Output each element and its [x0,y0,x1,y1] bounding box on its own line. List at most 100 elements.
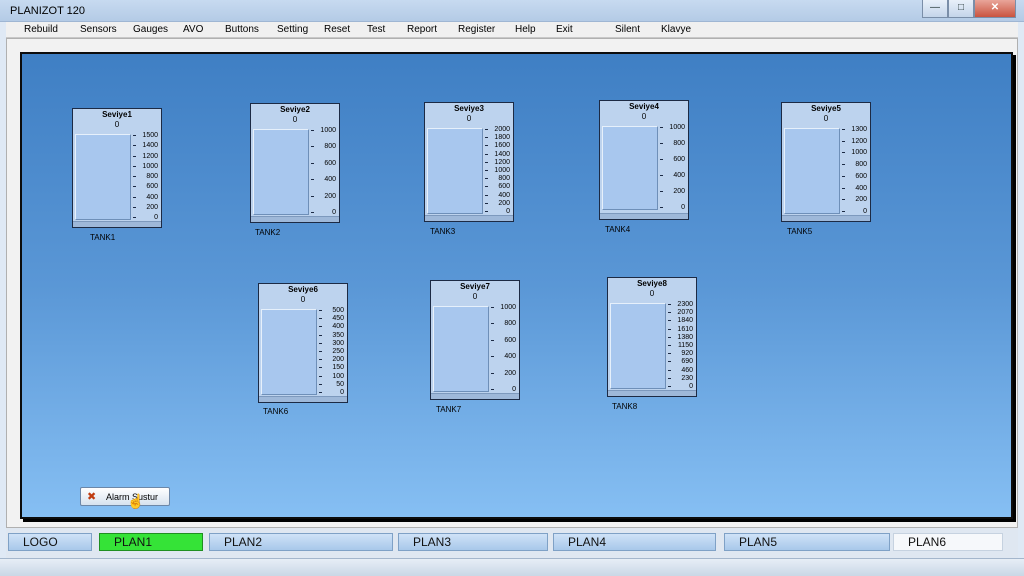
menu-silent[interactable]: Silent [615,24,640,35]
tick-label: 800 [673,140,685,147]
level-gauge-7[interactable]: Seviye7 0 1000 800 600 400 200 0 [430,280,520,400]
level-gauge-2[interactable]: Seviye2 0 1000 800 600 400 200 0 [250,103,340,223]
gauge-title: Seviye3 [454,104,484,113]
level-gauge-6[interactable]: Seviye6 0 500 450 400 350 300 250 200 150 100 50 0 [258,283,348,403]
tick-mark [133,206,136,208]
menu-avo[interactable]: AVO [183,24,203,35]
minimize-button[interactable]: — [922,0,948,18]
gauge-title: Seviye4 [629,102,659,111]
tank-label: TANK4 [605,225,631,234]
tick-mark [660,191,663,192]
tick-mark [668,320,671,322]
tick-mark [319,326,322,328]
menu-buttons[interactable]: Buttons [225,24,259,35]
gauge-title: Seviye1 [102,110,132,119]
level-gauge-1[interactable]: Seviye1 0 1500 1400 1200 1000 800 600 400 200 0 [72,108,162,228]
tick-mark [842,152,845,154]
tab-plan1[interactable]: PLAN1 [99,533,203,551]
tick-mark [668,345,671,346]
gauge-tick: 600 [131,182,161,191]
tick-mark [668,377,671,379]
alarm-mute-button[interactable]: ✖ Alarm Sustur [80,487,170,506]
tab-plan5[interactable]: PLAN5 [724,533,890,551]
menu-sensors[interactable]: Sensors [80,24,117,35]
menu-exit[interactable]: Exit [556,24,573,35]
tab-logo[interactable]: LOGO [8,533,92,551]
close-button[interactable]: ✕ [974,0,1016,18]
tank-label: TANK7 [436,405,462,414]
menu-help[interactable]: Help [515,24,536,35]
tank-label: TANK8 [612,402,638,411]
alarm-mute-icon: ✖ [87,491,97,503]
menu-gauges[interactable]: Gauges [133,24,168,35]
gauge-value: 0 [649,289,655,298]
tick-mark [133,155,136,157]
gauge-base [782,215,870,221]
gauge-value: 0 [466,114,472,123]
tab-plan6[interactable]: PLAN6 [893,533,1003,551]
tick-label: 600 [504,336,516,344]
menu-reset[interactable]: Reset [324,24,350,35]
tick-mark [485,161,488,163]
gauge-value: 0 [472,292,478,301]
tick-mark [133,165,136,167]
tab-plan4[interactable]: PLAN4 [553,533,716,551]
tick-mark [491,372,494,374]
gauge-base [425,215,513,221]
menu-register[interactable]: Register [458,24,495,35]
tick-mark [485,194,488,196]
menu-test[interactable]: Test [367,24,385,35]
tank-level-bar [427,128,483,214]
menu-setting[interactable]: Setting [277,24,308,35]
gauge-base [259,396,347,402]
tab-plan2[interactable]: PLAN2 [209,533,393,551]
tick-mark [319,318,322,320]
level-gauge-8[interactable]: Seviye8 0 2300 2070 1840 1610 1380 1150 920 690… [607,277,697,397]
menu-klavye[interactable]: Klavye [661,24,691,35]
tick-mark [660,143,663,144]
gauge-base [73,221,161,227]
gauge-scale: 1300 1200 1000 800 600 400 200 0 [840,126,870,215]
tick-mark [842,187,845,189]
window-title: PLANIZOT 120 [10,5,85,17]
level-gauge-4[interactable]: Seviye4 0 1000 800 600 400 200 0 [599,100,689,220]
gauge-tick: 200 [489,369,519,378]
gauge-tick: 1000 [131,162,161,171]
tick-mark [485,145,488,147]
gauge-base [431,393,519,399]
tick-mark [311,212,314,213]
gauge-tick: 1200 [131,152,161,161]
tick-mark [319,367,322,369]
maximize-button[interactable]: □ [948,0,974,18]
tank-level-bar [610,303,666,389]
menu-rebuild[interactable]: Rebuild [24,24,58,35]
gauge-value: 0 [300,295,306,304]
tick-mark [668,304,671,305]
gauge-scale: 1000 800 600 400 200 0 [489,304,519,393]
tick-mark [491,323,494,325]
gauge-tick: 0 [658,203,688,212]
gauge-scale: 1000 800 600 400 200 0 [309,127,339,216]
tab-plan3[interactable]: PLAN3 [398,533,548,551]
gauge-tick: 800 [489,319,519,328]
level-gauge-3[interactable]: Seviye3 0 2000 1800 1600 1400 1200 1000 800 600… [424,102,514,222]
tick-mark [485,211,488,212]
tick-mark [319,383,322,385]
level-gauge-5[interactable]: Seviye5 0 1300 1200 1000 800 600 400 200 0 [781,102,871,222]
tank-level-bar [433,306,489,392]
gauge-tick: 200 [658,187,688,196]
tick-label: 1200 [142,152,158,160]
gauge-value: 0 [292,115,298,124]
tick-mark [668,312,671,314]
menu-report[interactable]: Report [407,24,437,35]
tick-mark [133,196,136,198]
tick-label: 1000 [669,124,685,131]
gauge-tick: 800 [131,172,161,181]
tick-mark [319,375,322,377]
tick-mark [660,175,663,176]
tick-label: 200 [855,196,867,204]
gauge-scale: 500 450 400 350 300 250 200 150 100 50 0 [317,307,347,396]
tick-label: 600 [855,172,867,180]
gauge-tick: 400 [309,175,339,184]
tank-level-bar [602,126,658,210]
